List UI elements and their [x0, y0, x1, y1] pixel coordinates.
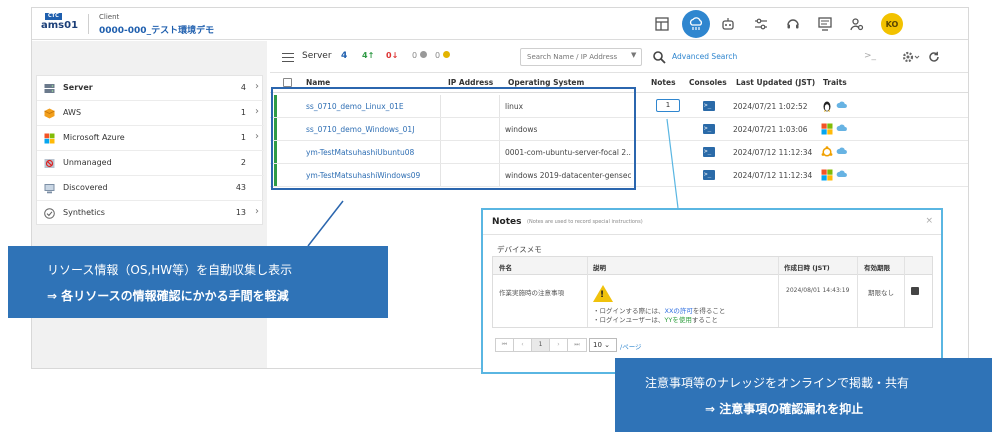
page-size-select[interactable]: 10 ⌄	[589, 338, 617, 352]
device-memo-title: デバイスメモ	[497, 245, 542, 254]
note-highlight-green: YYを使用	[664, 316, 692, 324]
callout-knowledge-share: 注意事項等のナレッジをオンラインで掲載・共有 ⇒ 注意事項の確認漏れを抑止	[615, 358, 992, 432]
per-page-label: /ページ	[620, 343, 642, 351]
col-header-expiry: 有効期限	[864, 264, 890, 272]
notes-table: 件名 説明 作成日時 (JST) 有効期限 作業実施時の注意事項 ! ・ログイン…	[492, 256, 933, 328]
notes-subtitle: (Notes are used to record special instru…	[527, 219, 643, 225]
notes-popup: Notes (Notes are used to record special …	[481, 208, 943, 374]
prev-page-button[interactable]: ‹	[514, 339, 532, 351]
column-divider	[904, 257, 905, 327]
callout-line2: ⇒ 注意事項の確認漏れを抑止	[705, 402, 864, 416]
notes-divider	[483, 234, 941, 235]
notes-pagination: ⏮ ‹ 1 › ⏭	[495, 338, 587, 352]
callout-line1: 注意事項等のナレッジをオンラインで掲載・共有	[645, 376, 910, 390]
notes-title: Notes	[492, 217, 522, 227]
column-divider	[587, 257, 588, 327]
column-divider	[778, 257, 779, 327]
column-divider	[857, 257, 858, 327]
connector-notes	[666, 118, 679, 209]
next-page-button[interactable]: ›	[550, 339, 568, 351]
note-expiry: 期限なし	[868, 289, 894, 297]
note-text: すること	[691, 316, 718, 324]
callout-line1: リソース情報（OS,HW等）を自動収集し表示	[47, 263, 293, 277]
first-page-button[interactable]: ⏮	[496, 339, 514, 351]
close-icon[interactable]: ×	[925, 216, 933, 226]
current-page[interactable]: 1	[532, 339, 550, 351]
warning-mark: !	[600, 290, 605, 300]
col-header-description: 説明	[593, 264, 606, 272]
note-created: 2024/08/01 14:43:19	[786, 287, 850, 294]
callout-auto-collect: リソース情報（OS,HW等）を自動収集し表示 ⇒ 各リソースの情報確認にかかる手…	[8, 246, 388, 318]
note-description-line2: ・ログインユーザーは、YYを使用すること	[593, 314, 718, 324]
note-subject: 作業実施時の注意事項	[499, 289, 564, 297]
note-text: ・ログインユーザーは、	[593, 316, 665, 324]
col-header-subject: 件名	[499, 264, 512, 272]
edit-icon[interactable]	[911, 287, 919, 295]
col-header-created: 作成日時 (JST)	[784, 264, 830, 272]
connector-left	[307, 200, 344, 247]
notes-table-header: 件名 説明 作成日時 (JST) 有効期限	[493, 257, 932, 275]
callout-line2: ⇒ 各リソースの情報確認にかかる手間を軽減	[47, 289, 289, 303]
last-page-button[interactable]: ⏭	[568, 339, 586, 351]
